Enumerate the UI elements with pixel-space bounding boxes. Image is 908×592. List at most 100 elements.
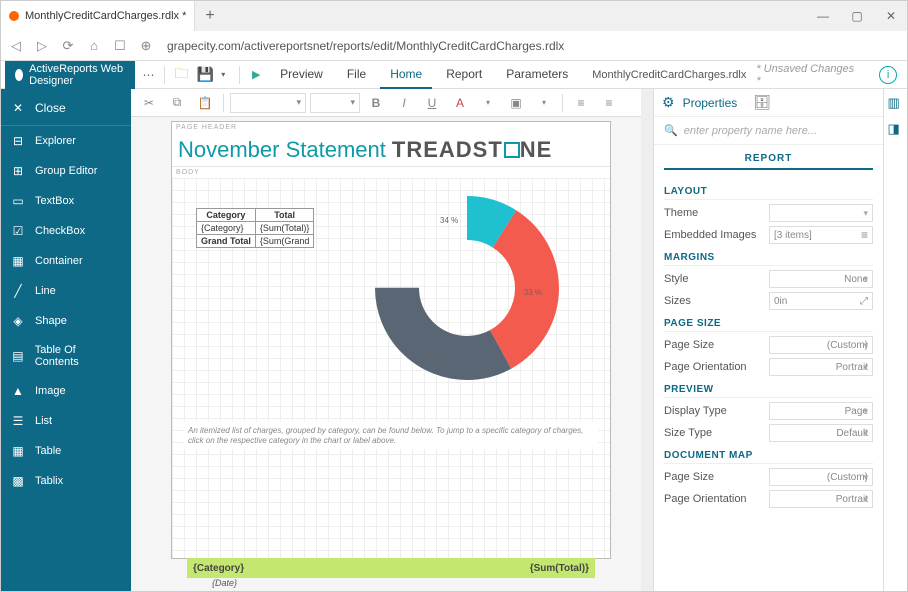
sidebar-item-line[interactable]: ╱Line xyxy=(1,276,131,306)
back-icon[interactable]: ◁ xyxy=(7,37,25,55)
cut-icon[interactable]: ✂ xyxy=(137,92,161,114)
th-total: Total xyxy=(255,209,314,222)
slice-label-2: 33 % xyxy=(424,351,442,360)
toc-icon: ▤ xyxy=(11,349,25,363)
fill-color-button[interactable]: ▣ xyxy=(504,92,528,114)
prop-row-style: Style None xyxy=(664,270,873,288)
tab-report[interactable]: Report xyxy=(436,61,492,89)
summary-table[interactable]: CategoryTotal {Category}{Sum(Total)} Gra… xyxy=(196,208,314,248)
sidebar-item-label: Container xyxy=(35,255,83,267)
sidebar-item-explorer[interactable]: ⊟Explorer xyxy=(1,126,131,156)
prop-label: Page Orientation xyxy=(664,493,747,505)
band-left: {Category} xyxy=(193,563,244,574)
align-left-button[interactable]: ≡ xyxy=(569,92,593,114)
font-family-dropdown[interactable] xyxy=(230,93,306,113)
tab-home[interactable]: Home xyxy=(380,61,432,89)
logo[interactable]: TREADSTNE xyxy=(392,137,552,163)
database-icon[interactable]: 🗄 xyxy=(753,94,771,111)
paste-icon[interactable]: 📋 xyxy=(193,92,217,114)
band-right: {Sum(Total)} xyxy=(530,563,589,574)
prop-label: Page Orientation xyxy=(664,361,747,373)
slice-label-0: 34 % xyxy=(440,216,458,225)
sidebar-item-list[interactable]: ☰List xyxy=(1,406,131,436)
menu-toggle-icon[interactable]: ⋯ xyxy=(139,65,159,85)
brand: ActiveReports Web Designer xyxy=(5,61,135,89)
align-top-button[interactable]: ≡ xyxy=(597,92,621,114)
home-icon[interactable]: ⌂ xyxy=(85,37,103,55)
italic-button[interactable]: I xyxy=(392,92,416,114)
copy-icon[interactable]: ⧉ xyxy=(165,92,189,114)
reload-icon[interactable]: ⟳ xyxy=(59,37,77,55)
bookmark-icon[interactable]: ☐ xyxy=(111,37,129,55)
save-icon[interactable]: 💾 xyxy=(195,65,215,85)
layers-icon[interactable]: ▥ xyxy=(888,95,904,111)
property-search-input[interactable]: enter property name here... xyxy=(684,125,817,137)
fill-color-dropdown-icon[interactable]: ▾ xyxy=(532,92,556,114)
sidebar-item-tablix[interactable]: ▩Tablix xyxy=(1,466,131,496)
textbox-icon: ▭ xyxy=(11,194,25,208)
toolbox-sidebar: ✕ Close ⊟Explorer⊞Group Editor▭TextBox☑C… xyxy=(1,89,131,591)
note-text[interactable]: An itemized list of charges, grouped by … xyxy=(184,422,598,449)
prop-value[interactable]: (Custom) xyxy=(769,336,873,354)
sidebar-item-shape[interactable]: ◈Shape xyxy=(1,306,131,336)
preview-play-icon[interactable]: ▶ xyxy=(246,65,266,85)
tree-icon: ⊟ xyxy=(11,134,25,148)
prop-value[interactable]: 0in xyxy=(769,292,873,310)
statement-title[interactable]: November Statement xyxy=(178,137,386,163)
donut-chart[interactable]: 34 % 33 % 33 % xyxy=(352,188,582,388)
sidebar-item-image[interactable]: ▲Image xyxy=(1,376,131,406)
sidebar-item-textbox[interactable]: ▭TextBox xyxy=(1,186,131,216)
font-color-dropdown-icon[interactable]: ▾ xyxy=(476,92,500,114)
tablix-icon: ▩ xyxy=(11,474,25,488)
sidebar-item-table[interactable]: ▦Table xyxy=(1,436,131,466)
maximize-button[interactable]: ▢ xyxy=(841,1,873,31)
canvas-scrollbar[interactable] xyxy=(641,89,653,591)
prop-value[interactable]: [3 items] xyxy=(769,226,873,244)
tab-file[interactable]: File xyxy=(337,61,376,89)
tab-preview[interactable]: Preview xyxy=(270,61,333,89)
prop-value[interactable]: (Custom) xyxy=(769,468,873,486)
prop-label: Display Type xyxy=(664,405,727,417)
sidebar-item-container[interactable]: ▦ Container xyxy=(1,246,131,276)
design-canvas[interactable]: PAGE HEADER November Statement TREADSTNE… xyxy=(131,117,641,591)
report-page[interactable]: PAGE HEADER November Statement TREADSTNE… xyxy=(171,121,611,559)
prop-value[interactable]: Default xyxy=(769,424,873,442)
doc-name: MonthlyCreditCardCharges.rdlx xyxy=(586,69,752,81)
forward-icon[interactable]: ▷ xyxy=(33,37,51,55)
prop-label: Theme xyxy=(664,207,698,219)
prop-label: Style xyxy=(664,273,688,285)
font-size-dropdown[interactable] xyxy=(310,93,360,113)
font-color-button[interactable]: A xyxy=(448,92,472,114)
category-band[interactable]: {Category} {Sum(Total)} xyxy=(187,558,595,578)
prop-value[interactable]: Portrait xyxy=(769,490,873,508)
panel-toggle-icon[interactable]: ◨ xyxy=(888,121,904,137)
table-icon: ▦ xyxy=(11,444,25,458)
new-tab-button[interactable]: + xyxy=(195,7,224,25)
minimize-button[interactable]: — xyxy=(807,1,839,31)
sidebar-item-group-editor[interactable]: ⊞Group Editor xyxy=(1,156,131,186)
prop-value[interactable]: Page xyxy=(769,402,873,420)
underline-button[interactable]: U xyxy=(420,92,444,114)
prop-value[interactable]: None xyxy=(769,270,873,288)
container-icon: ▦ xyxy=(11,254,25,268)
slice-label-1: 33 % xyxy=(524,288,542,297)
close-window-button[interactable]: ✕ xyxy=(875,1,907,31)
address-bar: ◁ ▷ ⟳ ⌂ ☐ ⊕ grapecity.com/activereportsn… xyxy=(1,31,907,61)
sidebar-item-table-of-contents[interactable]: ▤Table Of Contents xyxy=(1,336,131,376)
save-dropdown-icon[interactable]: ▾ xyxy=(213,65,233,85)
date-row[interactable]: {Date} xyxy=(212,578,237,588)
sidebar-item-label: Line xyxy=(35,285,56,297)
close-button[interactable]: ✕ Close xyxy=(1,91,131,126)
prop-value[interactable]: Portrait xyxy=(769,358,873,376)
gear-icon[interactable]: ⚙ xyxy=(662,94,675,111)
open-icon[interactable]: 🗀 xyxy=(171,65,191,85)
browser-tab[interactable]: MonthlyCreditCardCharges.rdlx * xyxy=(1,1,195,31)
bold-button[interactable]: B xyxy=(364,92,388,114)
url-field[interactable]: grapecity.com/activereportsnet/reports/e… xyxy=(163,39,901,53)
prop-row-embedded-images: Embedded Images[3 items] xyxy=(664,226,873,244)
tab-parameters[interactable]: Parameters xyxy=(496,61,578,89)
prop-value[interactable] xyxy=(769,204,873,222)
tab-favicon xyxy=(9,11,19,21)
sidebar-item-checkbox[interactable]: ☑CheckBox xyxy=(1,216,131,246)
info-icon[interactable]: i xyxy=(879,66,897,84)
